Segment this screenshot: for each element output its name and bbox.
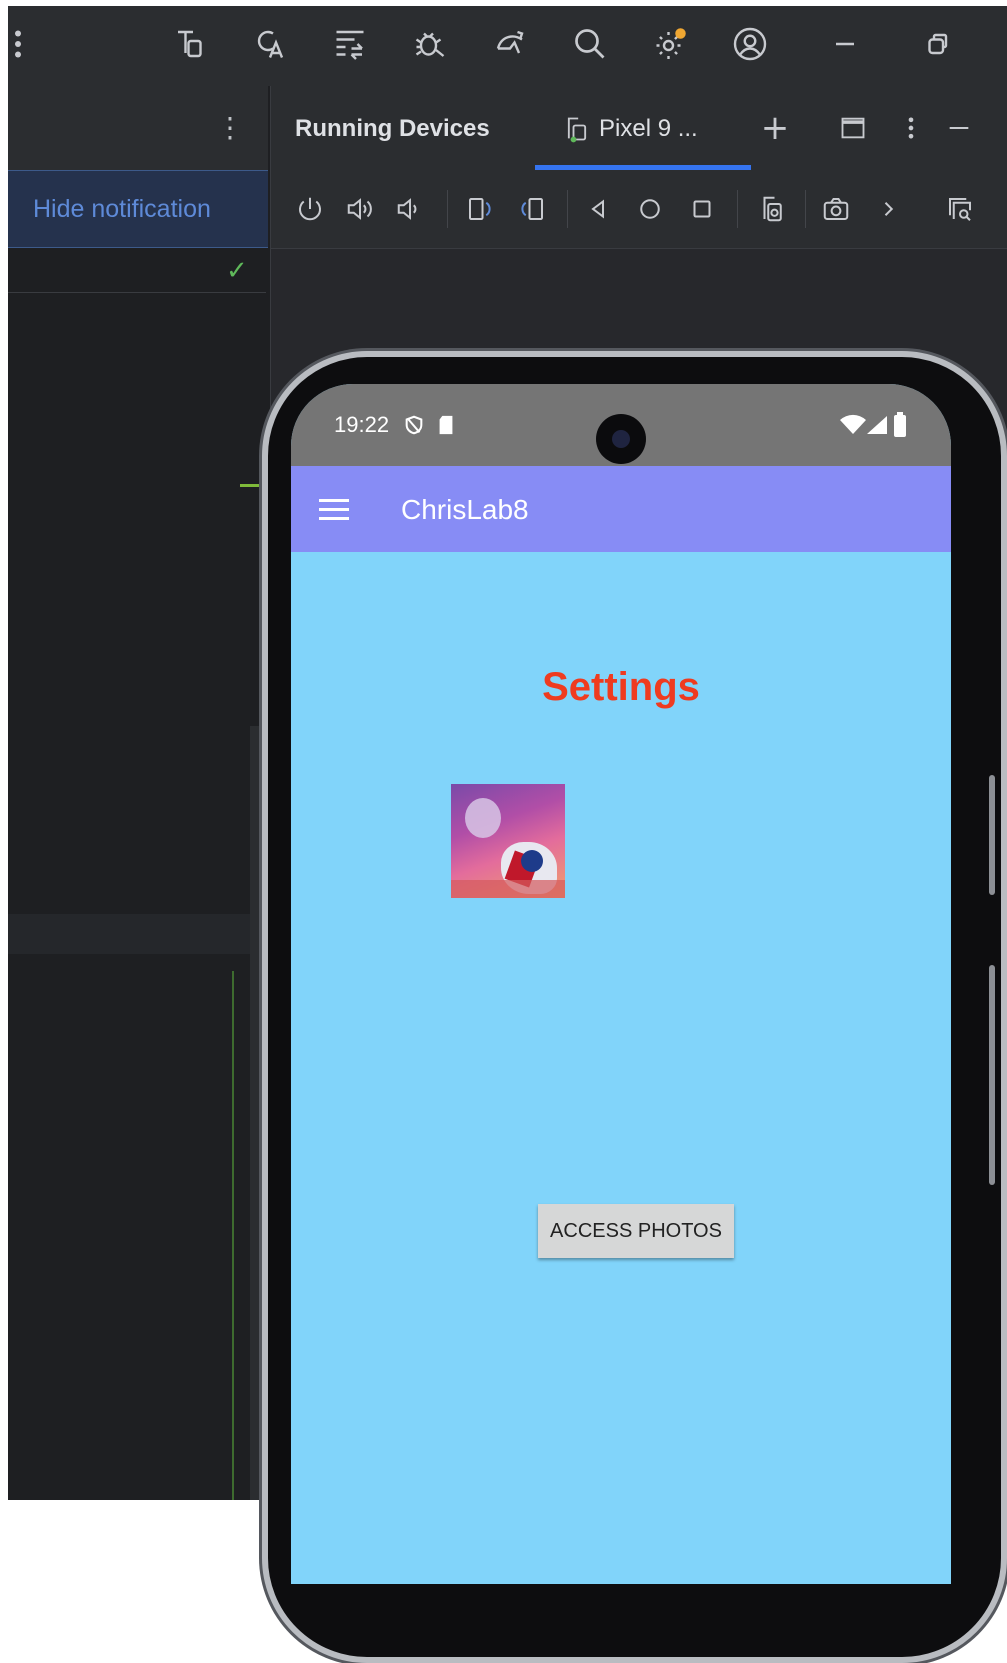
hide-notification-label: Hide notification [33, 195, 211, 223]
hide-panel-icon[interactable] [943, 112, 975, 144]
overview-icon[interactable] [685, 192, 719, 226]
phone-side-button [989, 775, 995, 895]
account-icon[interactable] [728, 22, 772, 66]
debug-icon[interactable] [408, 22, 452, 66]
more-options-icon[interactable]: ⋮ [216, 108, 244, 148]
status-row: ✓ [8, 250, 266, 293]
battery-icon [894, 412, 906, 437]
power-icon[interactable] [293, 192, 327, 226]
wifi-icon [840, 414, 866, 434]
left-tool-panel: ⋮ Hide notification ✓ [8, 86, 270, 1500]
screenshot-camera-icon[interactable] [819, 192, 853, 226]
app-title: ChrisLab8 [401, 494, 529, 525]
back-icon[interactable] [581, 192, 615, 226]
page-title: Settings [542, 665, 700, 709]
volume-down-icon[interactable] [393, 192, 427, 226]
toolbar-separator [567, 190, 568, 228]
translate-icon[interactable] [248, 22, 292, 66]
toolbar-separator [447, 190, 448, 228]
tab-pixel-9-label: Pixel 9 ... [599, 115, 698, 142]
hide-notification-button[interactable]: Hide notification [8, 170, 268, 248]
checkmark-icon: ✓ [226, 256, 248, 286]
hamburger-menu-icon[interactable] [319, 499, 349, 521]
title-bar [8, 6, 1007, 86]
sync-project-icon[interactable] [328, 22, 372, 66]
toolbar-separator [805, 190, 806, 228]
volume-up-icon[interactable] [343, 192, 377, 226]
home-icon[interactable] [633, 192, 667, 226]
layout-inspector-icon[interactable] [943, 192, 977, 226]
device-tab-icon [567, 117, 587, 143]
signal-icon [867, 416, 887, 434]
emulator-screen[interactable]: 19:22 ChrisLab8 Settings ACCESS PHOTOS [291, 384, 951, 1584]
highlighted-row [8, 914, 268, 954]
access-photos-button[interactable]: ACCESS PHOTOS [538, 1204, 734, 1258]
rotate-right-icon[interactable] [515, 192, 549, 226]
app-bar: ChrisLab8 [291, 466, 951, 552]
front-camera [596, 414, 646, 464]
tab-pixel-9[interactable]: Pixel 9 ... [535, 86, 751, 170]
device-settings-icon[interactable] [755, 192, 789, 226]
chevron-right-icon[interactable] [871, 192, 905, 226]
phone-volume-button [989, 965, 995, 1185]
maximize-panel-icon[interactable] [837, 112, 869, 144]
album-art-image [451, 784, 565, 898]
add-device-button[interactable]: + [759, 108, 791, 148]
status-time: 19:22 [334, 412, 390, 437]
settings-gear-icon[interactable] [648, 22, 692, 66]
profiler-icon[interactable] [488, 22, 532, 66]
search-icon[interactable] [568, 22, 612, 66]
indent-guide [232, 971, 234, 1500]
running-devices-tab-bar: Running Devices Pixel 9 ... + [271, 86, 1007, 170]
minimize-icon[interactable] [823, 22, 867, 66]
panel-options-icon[interactable] [895, 112, 927, 144]
device-manager-icon[interactable] [168, 22, 212, 66]
toolbar-separator [737, 190, 738, 228]
running-devices-title: Running Devices [295, 115, 490, 142]
main-menu-dots-icon[interactable] [8, 22, 40, 66]
shield-icon [405, 415, 423, 435]
left-panel-header: ⋮ [8, 86, 268, 170]
rotate-left-icon[interactable] [463, 192, 497, 226]
device-toolbar [271, 170, 1007, 249]
sd-card-icon [439, 415, 453, 435]
restore-window-icon[interactable] [915, 22, 959, 66]
